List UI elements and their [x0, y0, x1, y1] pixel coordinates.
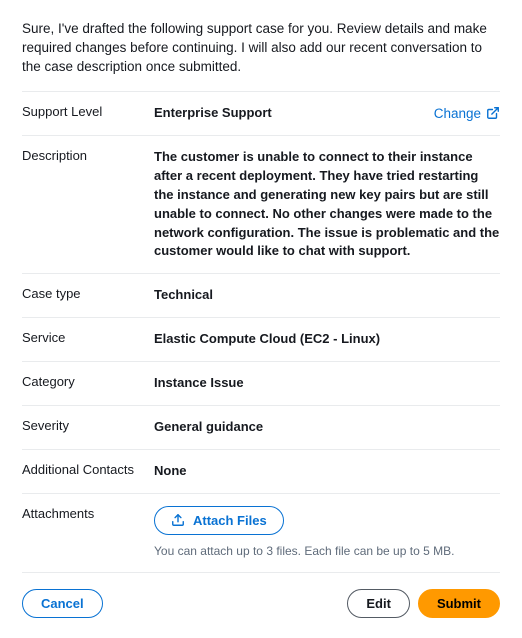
- value-additional-contacts: None: [154, 462, 500, 481]
- value-support-level: Enterprise Support: [154, 104, 434, 123]
- row-description: Description The customer is unable to co…: [22, 135, 500, 273]
- submit-button[interactable]: Submit: [418, 589, 500, 618]
- value-case-type: Technical: [154, 286, 500, 305]
- attach-files-button-label: Attach Files: [193, 513, 267, 528]
- label-service: Service: [22, 330, 154, 349]
- value-category: Instance Issue: [154, 374, 500, 393]
- label-category: Category: [22, 374, 154, 393]
- change-link[interactable]: Change: [434, 104, 500, 124]
- intro-text: Sure, I've drafted the following support…: [22, 20, 500, 77]
- row-attachments: Attachments Attach Files You can attach …: [22, 493, 500, 573]
- row-service: Service Elastic Compute Cloud (EC2 - Lin…: [22, 317, 500, 361]
- attach-files-button[interactable]: Attach Files: [154, 506, 284, 535]
- label-description: Description: [22, 148, 154, 261]
- edit-button[interactable]: Edit: [347, 589, 410, 618]
- cancel-button[interactable]: Cancel: [22, 589, 103, 618]
- label-additional-contacts: Additional Contacts: [22, 462, 154, 481]
- row-case-type: Case type Technical: [22, 273, 500, 317]
- value-severity: General guidance: [154, 418, 500, 437]
- value-service: Elastic Compute Cloud (EC2 - Linux): [154, 330, 500, 349]
- value-description: The customer is unable to connect to the…: [154, 148, 500, 261]
- label-case-type: Case type: [22, 286, 154, 305]
- external-link-icon: [486, 106, 500, 120]
- row-additional-contacts: Additional Contacts None: [22, 449, 500, 493]
- label-attachments: Attachments: [22, 506, 154, 560]
- label-support-level: Support Level: [22, 104, 154, 124]
- change-link-text: Change: [434, 104, 481, 124]
- row-severity: Severity General guidance: [22, 405, 500, 449]
- attachments-hint: You can attach up to 3 files. Each file …: [154, 543, 500, 560]
- row-support-level: Support Level Enterprise Support Change: [22, 91, 500, 136]
- row-category: Category Instance Issue: [22, 361, 500, 405]
- label-severity: Severity: [22, 418, 154, 437]
- upload-icon: [171, 513, 185, 527]
- action-bar: Cancel Edit Submit: [22, 589, 500, 618]
